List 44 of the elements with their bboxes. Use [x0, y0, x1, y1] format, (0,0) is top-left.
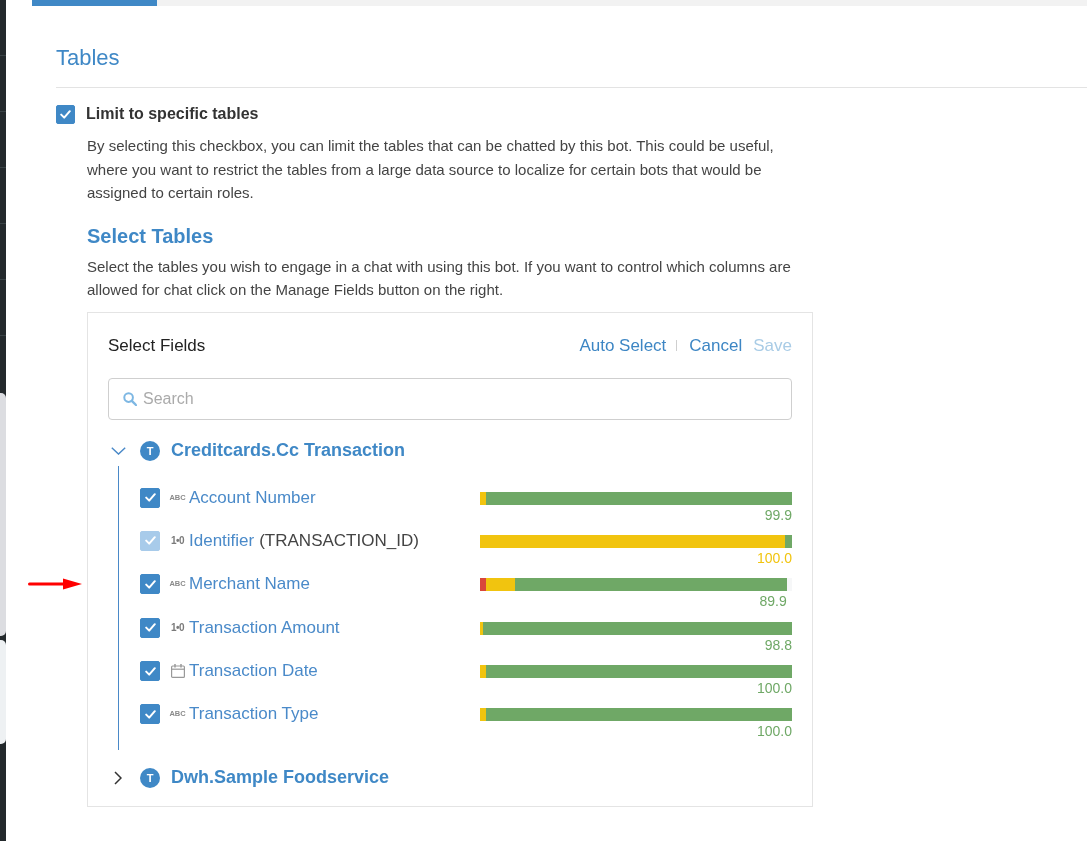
check-icon	[144, 623, 156, 633]
checkbox[interactable]	[56, 104, 75, 124]
chevron-down-icon[interactable]	[110, 446, 126, 455]
check-icon	[60, 109, 71, 119]
check-icon	[144, 493, 156, 502]
quality-score: 100.0	[756, 723, 792, 740]
description-text: Select the tables you wish to engage in a chat with using this bot. If you want to control which columns are allowed for chat click on the Manage Fields button on the right.	[87, 256, 792, 300]
checkbox[interactable]	[140, 661, 160, 682]
section-title: Tables	[56, 44, 120, 72]
checkbox[interactable]	[140, 487, 160, 508]
field-name: Transaction Amount	[189, 617, 340, 638]
search-field[interactable]: Search	[108, 377, 792, 420]
check-icon	[144, 666, 156, 676]
checkbox[interactable]	[140, 617, 160, 638]
action-link[interactable]: Cancel	[689, 335, 743, 356]
chevron-right-icon[interactable]	[114, 770, 122, 785]
check-icon	[144, 709, 156, 719]
table-badge: T	[140, 440, 160, 461]
check-icon	[144, 579, 156, 589]
quality-score: 89.9	[759, 593, 787, 610]
column-name: (TRANSACTION_ID)	[259, 530, 419, 551]
field-name: Identifier	[189, 530, 255, 551]
search-icon	[123, 391, 137, 406]
action-link[interactable]: Auto Select	[579, 335, 667, 356]
table-name[interactable]: Dwh.Sample Foodservice	[171, 767, 390, 789]
description-text: By selecting this checkbox, you can limit the tables that can be chatted by this bot. This could be useful, where you want to restrict the tables from a large data source to localize for certain bots that would be assigned to certain roles.	[87, 136, 775, 203]
table-name[interactable]: Creditcards.Cc Transaction	[171, 440, 406, 461]
field-name: Transaction Type	[189, 704, 319, 725]
checkbox-label: Limit to specific tables	[86, 105, 259, 123]
subsection-title: Select Tables	[87, 223, 214, 249]
field-name: Merchant Name	[189, 574, 310, 595]
field-name: Transaction Date	[189, 661, 318, 682]
check-icon	[144, 536, 156, 546]
quality-score: 100.0	[756, 549, 792, 566]
quality-score: 99.9	[764, 506, 792, 523]
checkbox[interactable]	[140, 704, 160, 725]
checkbox[interactable]	[140, 574, 160, 595]
panel-title: Select Fields	[108, 335, 206, 356]
table-badge: T	[140, 767, 160, 788]
quality-score: 100.0	[756, 680, 792, 697]
quality-score: 98.8	[764, 636, 792, 653]
data-type-label: 1•0	[170, 535, 185, 546]
data-type-label: 1•0	[170, 622, 185, 633]
field-name: Account Number	[189, 487, 316, 508]
